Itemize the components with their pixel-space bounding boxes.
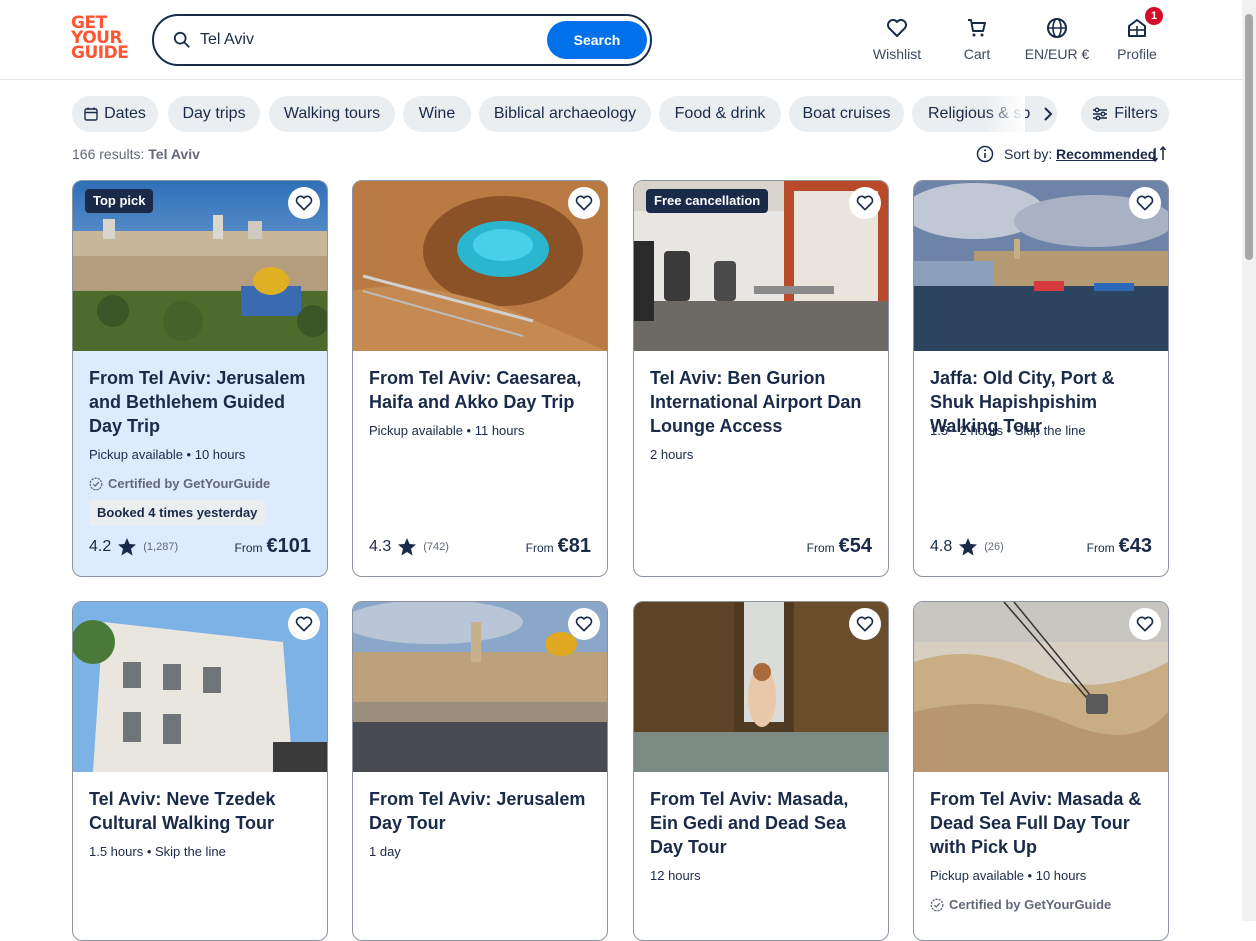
language-currency-button[interactable]: EN/EUR €	[1022, 16, 1092, 64]
activity-card[interactable]: Free cancellation Tel Aviv: Ben Gurion I…	[633, 180, 889, 577]
free-cancellation-badge: Free cancellation	[646, 189, 769, 213]
wishlist-heart-button[interactable]	[1129, 608, 1161, 640]
activity-card[interactable]: Top pick From Tel Aviv: Jerusalem and Be…	[72, 180, 328, 577]
activity-card[interactable]: Jaffa: Old City, Port & Shuk Hapishpishi…	[913, 180, 1169, 577]
price: From €43	[1086, 535, 1152, 557]
filters-button[interactable]: Filters	[1081, 96, 1169, 132]
activity-card[interactable]: From Tel Aviv: Caesarea, Haifa and Akko …	[352, 180, 608, 577]
profile-notification-badge: 1	[1145, 7, 1163, 25]
activity-title[interactable]: From Tel Aviv: Jerusalem Day Tour	[369, 787, 595, 835]
wishlist-button[interactable]: Wishlist	[872, 16, 922, 64]
heart-icon	[294, 614, 314, 634]
cart-button[interactable]: Cart	[957, 16, 997, 64]
chip-dates[interactable]: Dates	[72, 96, 158, 132]
chip-food-drink[interactable]: Food & drink	[659, 96, 781, 132]
activity-title[interactable]: Tel Aviv: Ben Gurion International Airpo…	[650, 366, 876, 438]
wishlist-heart-button[interactable]	[849, 187, 881, 219]
calendar-icon	[84, 107, 98, 121]
info-icon[interactable]	[976, 145, 994, 163]
star-icon	[117, 537, 137, 557]
heart-icon	[1135, 614, 1155, 634]
results-count: 166 results: Tel Aviv	[72, 146, 200, 162]
wishlist-heart-button[interactable]	[288, 187, 320, 219]
search-input[interactable]: Tel Aviv Search	[152, 14, 652, 66]
activity-meta: Pickup available • 10 hours	[89, 447, 246, 462]
chip-boat-cruises[interactable]: Boat cruises	[789, 96, 904, 132]
activity-meta: 1.5 hours • Skip the line	[89, 844, 226, 859]
rating: 4.8 (26)	[930, 537, 1004, 557]
activity-title[interactable]: From Tel Aviv: Jerusalem and Bethlehem G…	[89, 366, 315, 438]
price: From €54	[806, 535, 872, 557]
activity-title[interactable]: From Tel Aviv: Caesarea, Haifa and Akko …	[369, 366, 595, 414]
activity-meta: 1 day	[369, 844, 401, 859]
search-value: Tel Aviv	[200, 31, 254, 48]
certified-label: Certified by GetYourGuide	[930, 897, 1111, 912]
chips-fade	[985, 96, 1025, 132]
activity-card[interactable]: Tel Aviv: Neve Tzedek Cultural Walking T…	[72, 601, 328, 941]
activity-title[interactable]: From Tel Aviv: Masada & Dead Sea Full Da…	[930, 787, 1156, 859]
results-query: Tel Aviv	[148, 146, 200, 162]
activity-title[interactable]: Tel Aviv: Neve Tzedek Cultural Walking T…	[89, 787, 315, 835]
heart-icon	[887, 19, 907, 37]
sliders-icon	[1093, 107, 1108, 121]
rating: 4.3 (742)	[369, 537, 449, 557]
chip-walking-tours[interactable]: Walking tours	[269, 96, 395, 132]
activity-card[interactable]: From Tel Aviv: Masada & Dead Sea Full Da…	[913, 601, 1169, 941]
search-icon	[173, 31, 190, 48]
sort-label: Sort by:	[1004, 146, 1053, 162]
wishlist-heart-button[interactable]	[568, 187, 600, 219]
activity-meta: 12 hours	[650, 868, 701, 883]
heart-icon	[855, 614, 875, 634]
activity-meta: 1.5 - 2 hours • Skip the line	[930, 423, 1086, 438]
scrollbar-thumb[interactable]	[1245, 14, 1253, 260]
booked-badge: Booked 4 times yesterday	[89, 500, 266, 526]
star-icon	[397, 537, 417, 557]
getyourguide-logo[interactable]: GET YOUR GUIDE	[71, 15, 131, 62]
chevron-right-icon[interactable]	[1038, 104, 1058, 124]
sort-dropdown[interactable]: Recommended	[1056, 146, 1156, 162]
heart-icon	[1135, 193, 1155, 213]
cart-icon	[968, 19, 986, 37]
chip-biblical-archaeology[interactable]: Biblical archaeology	[479, 96, 651, 132]
globe-icon	[1047, 18, 1067, 38]
certified-icon	[89, 477, 103, 491]
search-button[interactable]: Search	[547, 21, 647, 59]
top-pick-badge: Top pick	[85, 189, 154, 213]
wishlist-heart-button[interactable]	[849, 608, 881, 640]
heart-icon	[294, 193, 314, 213]
activity-card[interactable]: From Tel Aviv: Masada, Ein Gedi and Dead…	[633, 601, 889, 941]
activity-title[interactable]: From Tel Aviv: Masada, Ein Gedi and Dead…	[650, 787, 876, 859]
wishlist-heart-button[interactable]	[568, 608, 600, 640]
activity-meta: Pickup available • 10 hours	[930, 868, 1087, 883]
top-header: GET YOUR GUIDE Tel Aviv Search Wishlist …	[0, 0, 1256, 80]
activity-meta: 2 hours	[650, 447, 694, 462]
wishlist-heart-button[interactable]	[1129, 187, 1161, 219]
activity-card[interactable]: From Tel Aviv: Jerusalem Day Tour 1 day	[352, 601, 608, 941]
certified-icon	[930, 898, 944, 912]
price: From €81	[525, 535, 591, 557]
heart-icon	[855, 193, 875, 213]
price: From €101	[234, 535, 312, 557]
chip-day-trips[interactable]: Day trips	[168, 96, 260, 132]
activity-meta: Pickup available • 11 hours	[369, 423, 525, 438]
chip-wine[interactable]: Wine	[403, 96, 471, 132]
sort-arrows-icon[interactable]	[1151, 145, 1167, 163]
rating: 4.2 (1,287)	[89, 537, 179, 557]
wishlist-heart-button[interactable]	[288, 608, 320, 640]
heart-icon	[574, 614, 594, 634]
star-icon	[958, 537, 978, 557]
filter-chips: Dates Day trips Walking tours Wine Bibli…	[72, 96, 1072, 132]
heart-icon	[574, 193, 594, 213]
certified-label: Certified by GetYourGuide	[89, 476, 270, 491]
